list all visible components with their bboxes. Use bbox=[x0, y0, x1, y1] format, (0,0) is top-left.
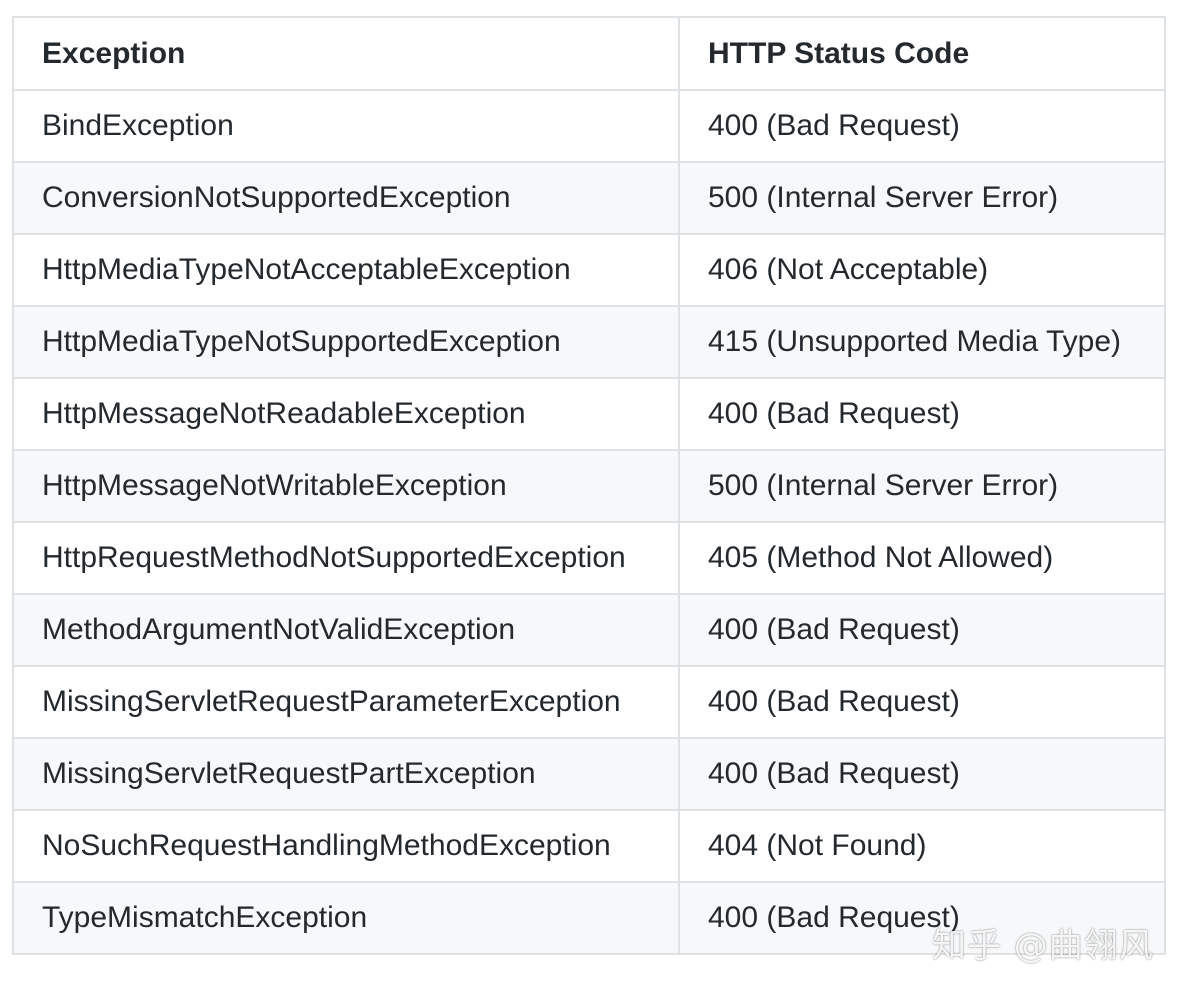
status-code-cell: 500 (Internal Server Error) bbox=[678, 449, 1166, 523]
status-code-cell: 406 (Not Acceptable) bbox=[678, 233, 1166, 307]
status-code-cell: 405 (Method Not Allowed) bbox=[678, 521, 1166, 595]
table-row: NoSuchRequestHandlingMethodException 404… bbox=[12, 809, 1166, 883]
exception-cell: BindException bbox=[12, 89, 680, 163]
exception-cell: NoSuchRequestHandlingMethodException bbox=[12, 809, 680, 883]
table-row: TypeMismatchException 400 (Bad Request) bbox=[12, 881, 1166, 955]
table-row: HttpMessageNotWritableException 500 (Int… bbox=[12, 449, 1166, 523]
exception-status-table: Exception HTTP Status Code BindException… bbox=[12, 16, 1166, 955]
header-exception: Exception bbox=[12, 16, 680, 91]
table-row: BindException 400 (Bad Request) bbox=[12, 89, 1166, 163]
exception-status-table-container: Exception HTTP Status Code BindException… bbox=[12, 16, 1166, 955]
table-row: HttpMessageNotReadableException 400 (Bad… bbox=[12, 377, 1166, 451]
table-row: MissingServletRequestPartException 400 (… bbox=[12, 737, 1166, 811]
table-row: HttpRequestMethodNotSupportedException 4… bbox=[12, 521, 1166, 595]
status-code-cell: 400 (Bad Request) bbox=[678, 737, 1166, 811]
table-row: MethodArgumentNotValidException 400 (Bad… bbox=[12, 593, 1166, 667]
exception-cell: ConversionNotSupportedException bbox=[12, 161, 680, 235]
status-code-cell: 500 (Internal Server Error) bbox=[678, 161, 1166, 235]
exception-cell: HttpMessageNotWritableException bbox=[12, 449, 680, 523]
exception-cell: MissingServletRequestParameterException bbox=[12, 665, 680, 739]
exception-cell: MissingServletRequestPartException bbox=[12, 737, 680, 811]
exception-cell: HttpRequestMethodNotSupportedException bbox=[12, 521, 680, 595]
status-code-cell: 415 (Unsupported Media Type) bbox=[678, 305, 1166, 379]
status-code-cell: 400 (Bad Request) bbox=[678, 881, 1166, 955]
status-code-cell: 400 (Bad Request) bbox=[678, 665, 1166, 739]
status-code-cell: 400 (Bad Request) bbox=[678, 89, 1166, 163]
exception-cell: MethodArgumentNotValidException bbox=[12, 593, 680, 667]
exception-cell: HttpMediaTypeNotAcceptableException bbox=[12, 233, 680, 307]
table-header-row: Exception HTTP Status Code bbox=[12, 16, 1166, 91]
status-code-cell: 400 (Bad Request) bbox=[678, 377, 1166, 451]
exception-cell: HttpMessageNotReadableException bbox=[12, 377, 680, 451]
table-row: HttpMediaTypeNotSupportedException 415 (… bbox=[12, 305, 1166, 379]
header-http-status-code: HTTP Status Code bbox=[678, 16, 1166, 91]
status-code-cell: 400 (Bad Request) bbox=[678, 593, 1166, 667]
table-row: HttpMediaTypeNotAcceptableException 406 … bbox=[12, 233, 1166, 307]
exception-cell: HttpMediaTypeNotSupportedException bbox=[12, 305, 680, 379]
status-code-cell: 404 (Not Found) bbox=[678, 809, 1166, 883]
table-row: MissingServletRequestParameterException … bbox=[12, 665, 1166, 739]
exception-cell: TypeMismatchException bbox=[12, 881, 680, 955]
table-row: ConversionNotSupportedException 500 (Int… bbox=[12, 161, 1166, 235]
